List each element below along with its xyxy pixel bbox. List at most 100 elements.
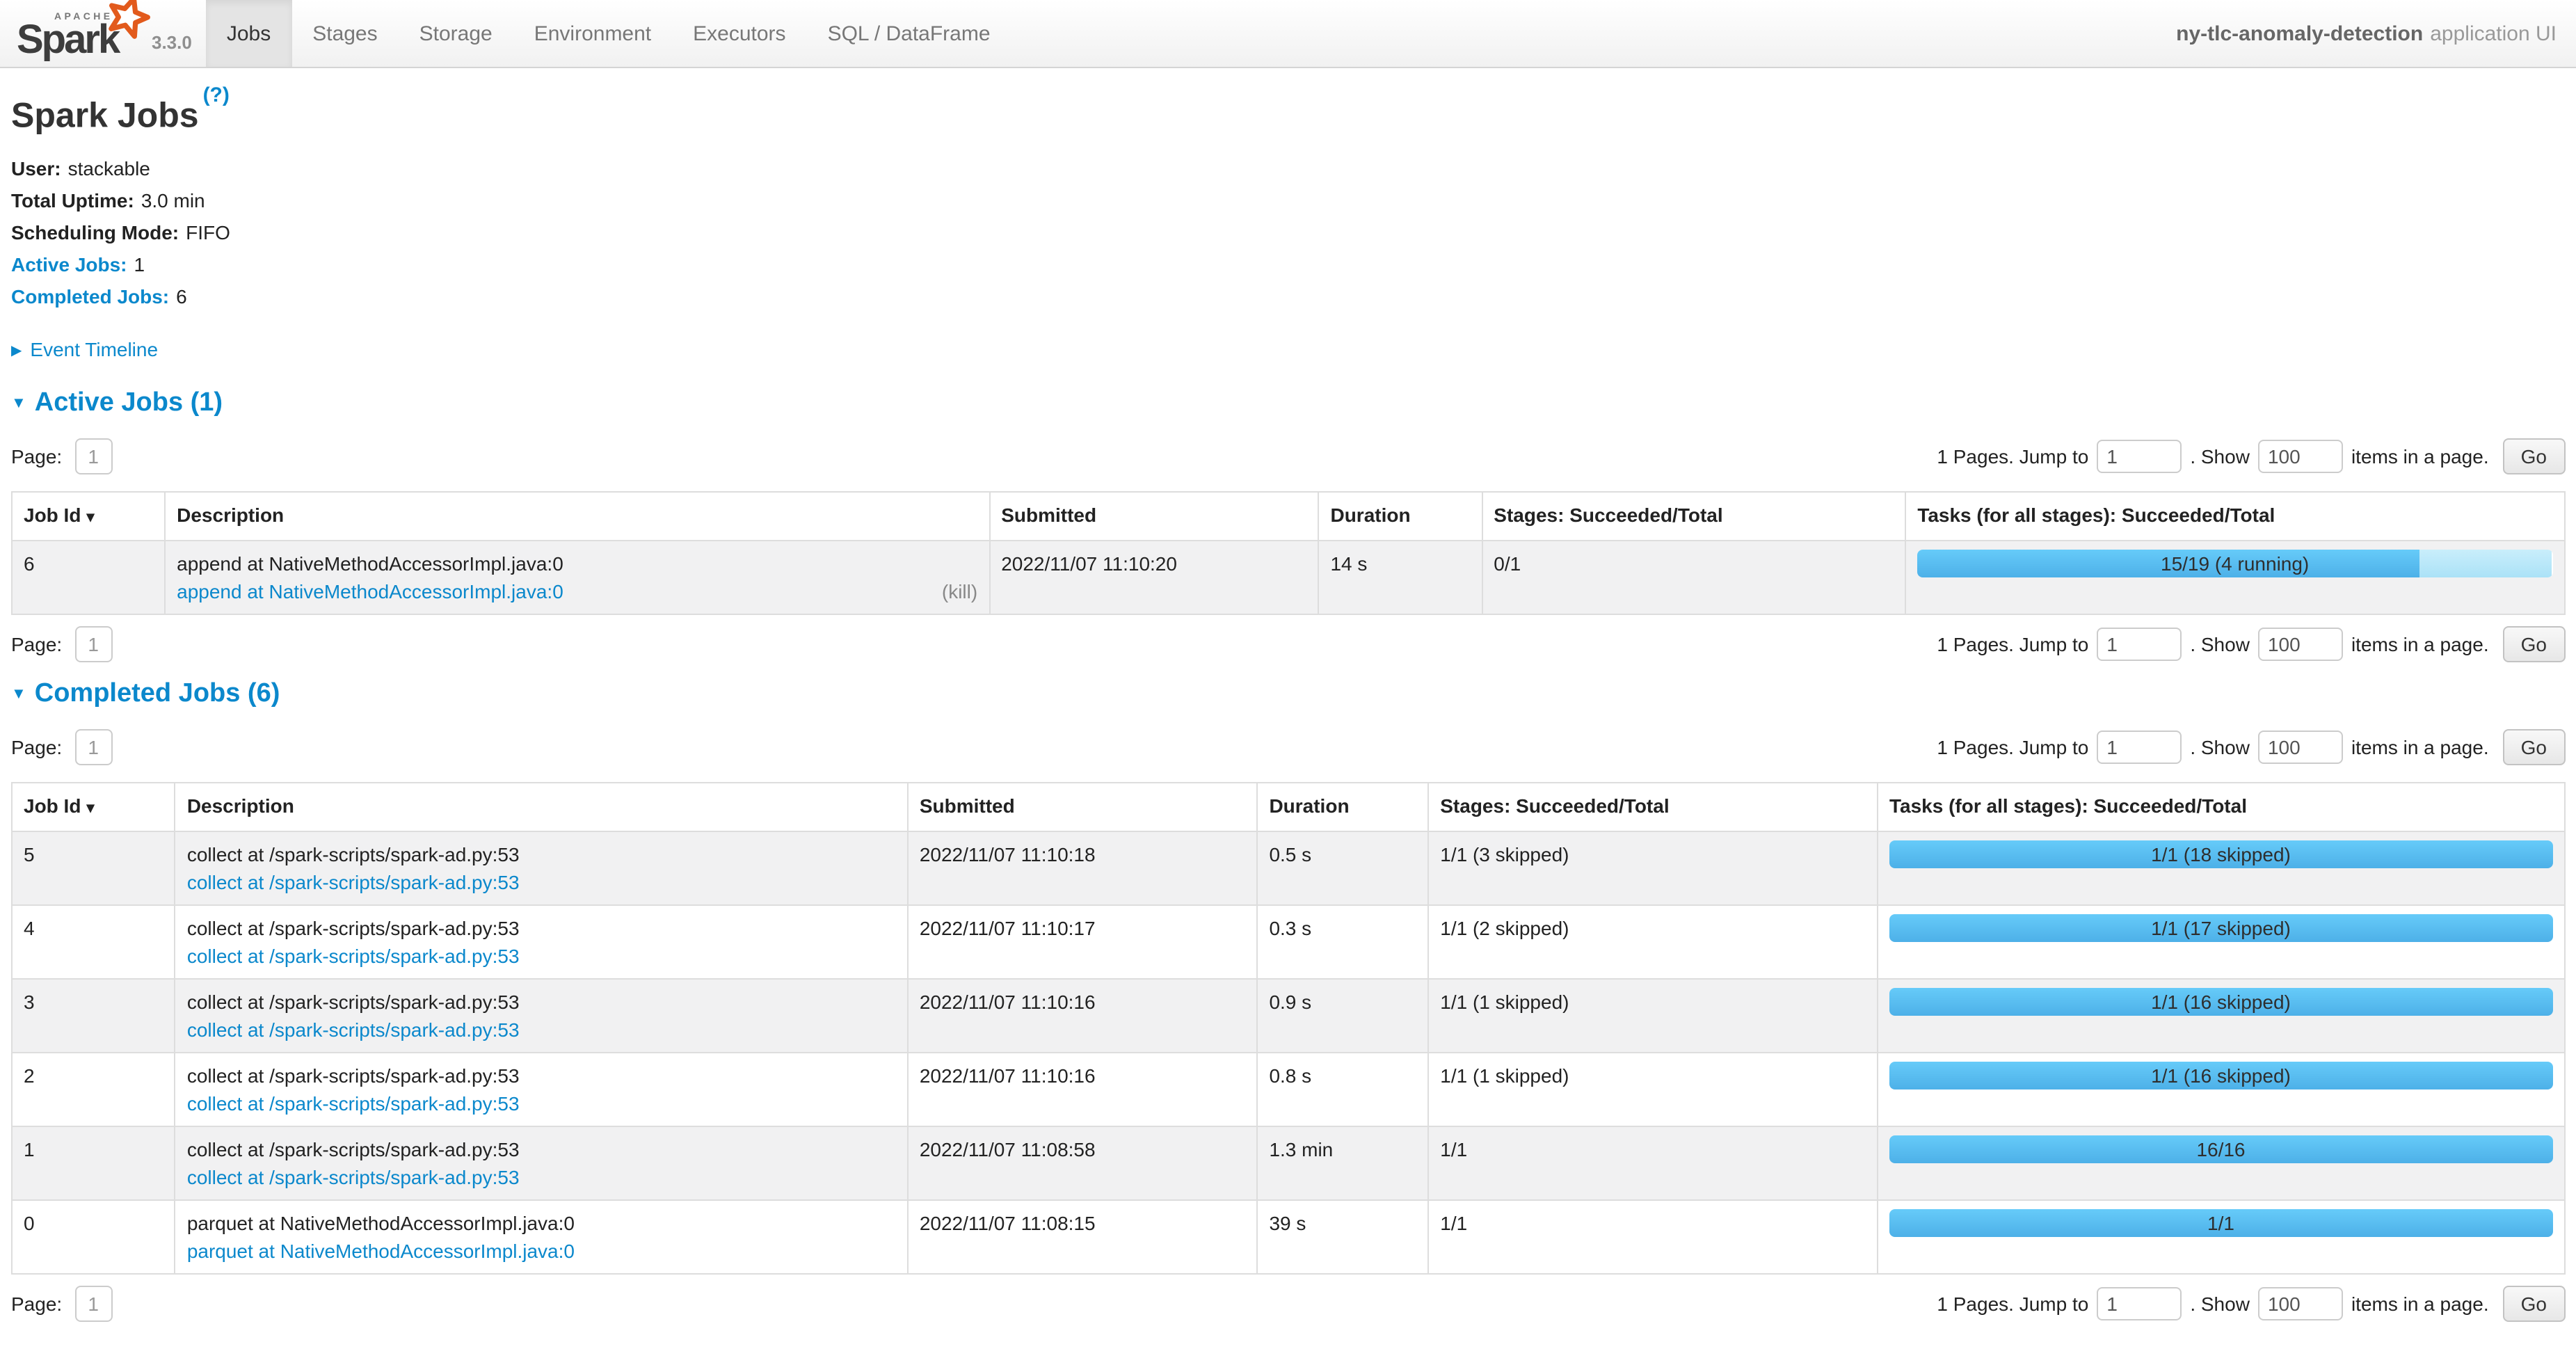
jump-to-page-input[interactable] [2097,628,2182,662]
nav-tab[interactable]: Jobs [206,0,291,67]
job-description-link[interactable]: collect at /spark-scripts/spark-ad.py:53 [187,1090,520,1118]
pagination-bar-completed-bottom: Page: 1 1 Pages. Jump to . Show items in… [11,1286,2565,1323]
column-header[interactable]: Submitted [989,493,1318,541]
collapse-arrow-icon: ▼ [11,396,26,413]
summary-label: Completed Jobs: [11,286,169,308]
job-stages-cell: 1/1 [1428,1201,1878,1275]
current-page-box[interactable]: 1 [74,627,112,663]
job-description-link[interactable]: collect at /spark-scripts/spark-ad.py:53 [187,943,520,971]
job-description: append at NativeMethodAccessorImpl.java:… [177,550,977,578]
completed-jobs-header[interactable]: ▼Completed Jobs (6) [11,680,2565,710]
active-jobs-header[interactable]: ▼Active Jobs (1) [11,389,2565,420]
pages-text: 1 Pages. Jump to [1937,1293,2088,1316]
spark-wordmark: APACHE Spark [17,4,139,60]
column-header[interactable]: Job Id▾ [12,493,165,541]
page-title: Spark Jobs(?) [11,96,2565,137]
column-header[interactable]: Duration [1257,783,1428,832]
job-submitted-cell: 2022/11/07 11:10:20 [989,541,1318,615]
jump-to-page-input[interactable] [2097,1288,2182,1321]
job-description-cell: collect at /spark-scripts/spark-ad.py:53… [175,1127,908,1201]
job-duration-cell: 1.3 min [1257,1127,1428,1201]
job-row: 3 collect at /spark-scripts/spark-ad.py:… [12,980,2564,1053]
job-row: 1 collect at /spark-scripts/spark-ad.py:… [12,1127,2564,1201]
items-per-page-input[interactable] [2258,440,2343,474]
nav-tab[interactable]: Storage [399,0,513,67]
items-per-page-input[interactable] [2258,1288,2343,1321]
job-description-cell: collect at /spark-scripts/spark-ad.py:53… [175,1053,908,1127]
collapse-arrow-icon: ▼ [11,687,26,703]
job-description-link[interactable]: parquet at NativeMethodAccessorImpl.java… [187,1238,575,1266]
items-per-page-input[interactable] [2258,628,2343,662]
job-description-link[interactable]: collect at /spark-scripts/spark-ad.py:53 [187,1164,520,1192]
event-timeline-toggle[interactable]: ▶ Event Timeline [11,339,2565,361]
column-header-label: Tasks (for all stages): Succeeded/Total [1889,795,2247,817]
jump-to-page-input[interactable] [2097,731,2182,765]
job-tasks-cell: 1/1 (17 skipped) [1878,906,2564,980]
job-duration-cell: 0.9 s [1257,980,1428,1053]
job-description-cell: parquet at NativeMethodAccessorImpl.java… [175,1201,908,1275]
job-tasks-cell: 1/1 [1878,1201,2564,1275]
column-header-label: Submitted [920,795,1015,817]
jump-to-page-input[interactable] [2097,440,2182,474]
nav-tab[interactable]: Environment [513,0,672,67]
column-header[interactable]: Description [165,493,989,541]
summary-item: User:stackable [11,158,2565,180]
tasks-progress-bar: 16/16 [1889,1136,2552,1164]
help-icon[interactable]: (?) [203,83,230,107]
job-description-link[interactable]: collect at /spark-scripts/spark-ad.py:53 [187,1016,520,1044]
job-description: collect at /spark-scripts/spark-ad.py:53 [187,915,896,943]
current-page-box[interactable]: 1 [74,730,112,766]
go-button[interactable]: Go [2503,1286,2565,1323]
column-header[interactable]: Submitted [908,783,1258,832]
nav-tab[interactable]: SQL / DataFrame [807,0,1011,67]
spark-jobs-page: APACHE Spark 3.3.0 Jobs Stages Storage E… [0,0,2576,1349]
event-timeline-label: Event Timeline [30,339,158,361]
column-header[interactable]: Tasks (for all stages): Succeeded/Total [1905,493,2564,541]
go-button[interactable]: Go [2503,439,2565,475]
page-label: Page: [11,737,62,759]
current-page-box[interactable]: 1 [74,1286,112,1323]
sort-desc-icon: ▾ [86,510,94,527]
go-button[interactable]: Go [2503,627,2565,663]
application-name: ny-tlc-anomaly-detection application UI [2176,0,2576,67]
job-description-link[interactable]: collect at /spark-scripts/spark-ad.py:53 [187,869,520,897]
job-stages-cell: 0/1 [1482,541,1905,615]
job-tasks-cell: 16/16 [1878,1127,2564,1201]
job-duration-cell: 0.3 s [1257,906,1428,980]
column-header[interactable]: Stages: Succeeded/Total [1428,783,1878,832]
job-duration-cell: 39 s [1257,1201,1428,1275]
go-button[interactable]: Go [2503,730,2565,766]
column-header[interactable]: Tasks (for all stages): Succeeded/Total [1878,783,2564,832]
job-stages-cell: 1/1 (2 skipped) [1428,906,1878,980]
job-id-cell: 3 [12,980,175,1053]
column-header[interactable]: Description [175,783,908,832]
job-submitted-cell: 2022/11/07 11:10:16 [908,1053,1258,1127]
items-per-page-input[interactable] [2258,731,2343,765]
spark-logo[interactable]: APACHE Spark 3.3.0 [0,0,206,67]
column-header[interactable]: Stages: Succeeded/Total [1482,493,1905,541]
tasks-progress-bar: 1/1 [1889,1210,2552,1238]
job-stages-cell: 1/1 (3 skipped) [1428,832,1878,906]
job-duration-cell: 0.5 s [1257,832,1428,906]
job-description-link[interactable]: append at NativeMethodAccessorImpl.java:… [177,578,563,606]
progress-label: 1/1 (16 skipped) [1889,989,2552,1016]
kill-link[interactable]: (kill) [942,578,977,606]
job-description: collect at /spark-scripts/spark-ad.py:53 [187,1136,896,1164]
nav-tab[interactable]: Executors [672,0,806,67]
show-text: . Show [2190,446,2250,468]
job-stages-cell: 1/1 [1428,1127,1878,1201]
current-page-box[interactable]: 1 [74,439,112,475]
summary-item: Completed Jobs:6 [11,286,2565,308]
job-description: collect at /spark-scripts/spark-ad.py:53 [187,989,896,1016]
column-header[interactable]: Duration [1318,493,1482,541]
summary-item: Active Jobs:1 [11,254,2565,276]
column-header[interactable]: Job Id▾ [12,783,175,832]
expand-arrow-icon: ▶ [11,344,22,360]
summary-label: Active Jobs: [11,254,127,276]
nav-tab[interactable]: Stages [291,0,398,67]
items-text: items in a page. [2351,737,2489,759]
job-tasks-cell: 1/1 (16 skipped) [1878,1053,2564,1127]
column-header-label: Duration [1330,504,1410,527]
pages-text: 1 Pages. Jump to [1937,634,2088,656]
job-id-cell: 6 [12,541,165,615]
